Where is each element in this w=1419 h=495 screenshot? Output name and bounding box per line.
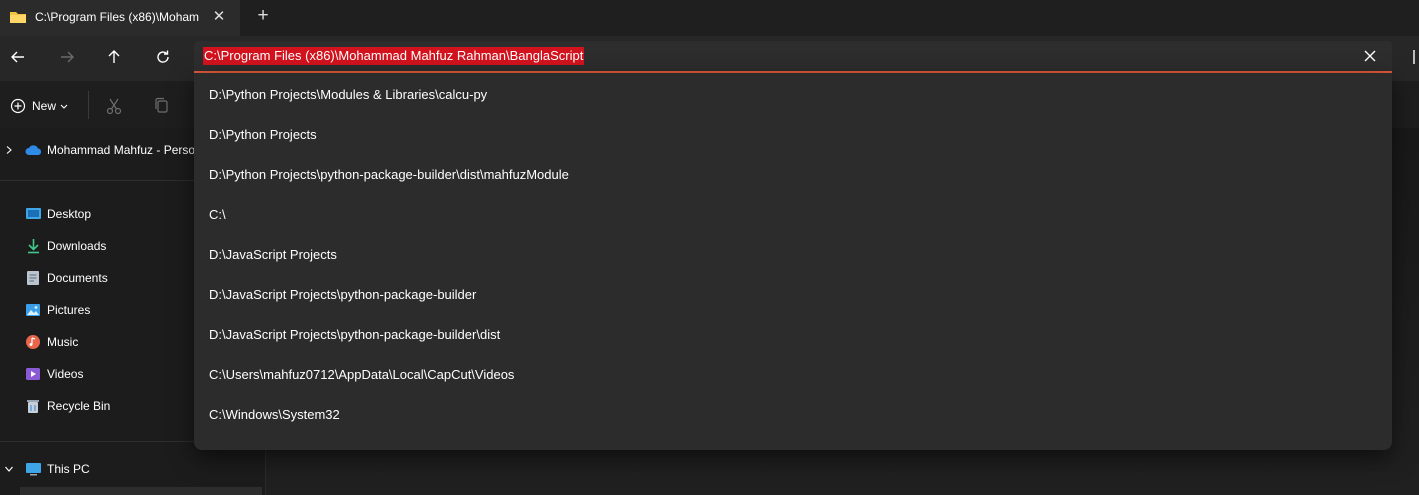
sidebar-item-label: Videos — [47, 367, 84, 381]
address-suggestions: D:\Python Projects\Modules & Libraries\c… — [194, 73, 1392, 450]
sidebar-item-label: Downloads — [47, 239, 107, 253]
chevron-right-icon — [6, 146, 12, 154]
sidebar-item-selected-partial — [20, 487, 262, 495]
sidebar-item-this-pc[interactable]: This PC — [0, 457, 265, 481]
active-tab[interactable]: C:\Program Files (x86)\Mohammad Mahfuz R… — [0, 0, 240, 36]
copy-icon[interactable] — [152, 96, 172, 116]
chevron-down-icon — [5, 466, 13, 472]
up-button[interactable] — [99, 42, 129, 72]
sidebar-item-label: Music — [47, 335, 79, 349]
suggestion-item[interactable]: C:\Windows\System32 — [209, 405, 340, 425]
suggestion-item[interactable]: D:\JavaScript Projects\python-package-bu… — [209, 285, 476, 305]
document-icon — [27, 271, 39, 285]
address-bar[interactable]: C:\Program Files (x86)\Mohammad Mahfuz R… — [194, 41, 1392, 73]
refresh-icon — [157, 50, 169, 63]
plus-circle-icon — [10, 98, 26, 114]
desktop-icon — [26, 208, 41, 219]
sidebar-item-label: Mohammad Mahfuz - Personal — [47, 143, 195, 157]
chevron-down-icon — [60, 104, 68, 109]
toolbar-divider — [88, 91, 89, 119]
back-button[interactable] — [3, 42, 33, 72]
new-button[interactable]: New — [10, 97, 69, 115]
sidebar-item-label: Pictures — [47, 303, 91, 317]
new-tab-button[interactable]: + — [253, 6, 273, 26]
arrow-up-icon — [108, 50, 120, 63]
video-icon — [26, 368, 40, 380]
folder-icon — [9, 9, 27, 30]
sidebar-item-label: Recycle Bin — [47, 399, 111, 413]
close-icon[interactable]: ✕ — [211, 7, 227, 27]
tab-title: C:\Program Files (x86)\Mohammad Mahfuz R… — [35, 10, 199, 24]
title-bar: C:\Program Files (x86)\Mohammad Mahfuz R… — [0, 0, 1419, 36]
suggestion-item[interactable]: D:\JavaScript Projects — [209, 245, 337, 265]
forward-button[interactable] — [52, 42, 82, 72]
refresh-button[interactable] — [148, 42, 178, 72]
arrow-left-icon — [11, 51, 24, 63]
new-label: New — [32, 99, 57, 113]
clear-icon[interactable] — [1360, 46, 1380, 66]
sidebar-item-label: Documents — [47, 271, 108, 285]
address-input[interactable]: C:\Program Files (x86)\Mohammad Mahfuz R… — [203, 47, 585, 65]
suggestion-item[interactable]: D:\Python Projects — [209, 125, 317, 145]
download-icon — [28, 239, 39, 254]
cloud-icon — [25, 145, 42, 155]
arrow-right-icon — [61, 51, 74, 63]
music-icon — [26, 335, 40, 349]
suggestion-item[interactable]: C:\ — [209, 205, 226, 225]
suggestion-item[interactable]: D:\Python Projects\python-package-builde… — [209, 165, 569, 185]
recycle-bin-icon — [27, 400, 39, 413]
suggestion-item[interactable]: C:\Users\mahfuz0712\AppData\Local\CapCut… — [209, 365, 514, 385]
sidebar-item-label: Desktop — [47, 207, 92, 221]
scroll-indicator — [1413, 50, 1415, 64]
picture-icon — [26, 304, 40, 316]
suggestion-item[interactable]: D:\JavaScript Projects\python-package-bu… — [209, 325, 500, 345]
sidebar-item-label: This PC — [47, 462, 90, 476]
cut-icon[interactable] — [104, 96, 124, 116]
suggestion-item[interactable]: D:\Python Projects\Modules & Libraries\c… — [209, 85, 487, 105]
computer-icon — [26, 463, 41, 476]
